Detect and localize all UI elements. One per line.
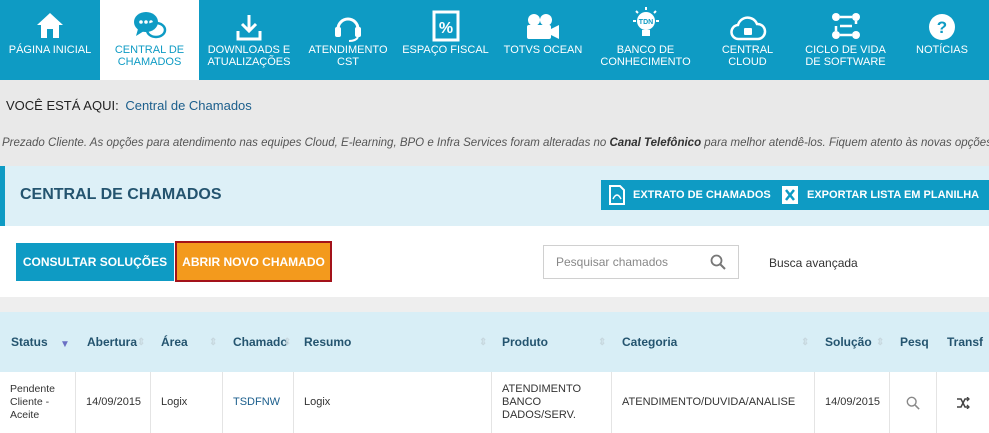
notice-after: para melhor atendê-los. Fiquem atento às… <box>701 137 989 149</box>
export-button[interactable]: EXPORTAR LISTA EM PLANILHA <box>773 180 989 210</box>
header-solucao-label: Solução <box>825 335 872 349</box>
header-pesq-label: Pesq <box>900 335 929 349</box>
sort-icon[interactable]: ⇕ <box>209 337 217 348</box>
percent-doc-icon: % <box>432 10 459 42</box>
pdf-icon <box>609 185 625 205</box>
advanced-search-link[interactable]: Busca avançada <box>769 256 858 270</box>
download-icon <box>236 15 262 41</box>
sort-icon[interactable]: ⇕ <box>283 337 291 348</box>
header-chamado-label: Chamado <box>233 335 288 349</box>
sort-desc-icon[interactable]: ▼ <box>60 339 70 350</box>
cell-produto: ATENDIMENTO BANCO DADOS/SERV. <box>492 372 612 433</box>
extract-button[interactable]: EXTRATO DE CHAMADOS <box>601 180 781 210</box>
breadcrumb: VOCÊ ESTÁ AQUI: Central de Chamados <box>6 98 252 113</box>
nav-atendimento-cst[interactable]: ATENDIMENTO CST <box>299 0 397 80</box>
shuffle-icon[interactable] <box>956 396 970 409</box>
nav-central-cloud-label: CENTRAL CLOUD <box>721 44 774 68</box>
header-status[interactable]: Status <box>11 312 48 372</box>
search-icon[interactable] <box>710 254 726 270</box>
header-chamado[interactable]: Chamado <box>233 312 288 372</box>
cloud-icon <box>729 16 766 41</box>
nav-totvs-ocean[interactable]: TOTVS OCEAN <box>494 0 592 80</box>
nav-banco-conhecimento-label: BANCO DE CONHECIMENTO <box>600 44 691 68</box>
header-status-label: Status <box>11 335 48 349</box>
export-button-label: EXPORTAR LISTA EM PLANILHA <box>807 189 980 201</box>
breadcrumb-current-link[interactable]: Central de Chamados <box>125 98 251 113</box>
sort-icon[interactable]: ⇕ <box>876 337 884 348</box>
nav-espaco-fiscal-label: ESPAÇO FISCAL <box>402 44 489 56</box>
nav-downloads[interactable]: DOWNLOADS E ATUALIZAÇÕES <box>199 0 299 80</box>
sort-icon[interactable]: ⇕ <box>598 337 606 348</box>
extract-button-label: EXTRATO DE CHAMADOS <box>633 189 771 201</box>
header-resumo-label: Resumo <box>304 335 352 349</box>
bulb-tdn-text: TDN <box>638 19 652 26</box>
cell-status: Pendente Cliente - Aceite <box>0 372 76 433</box>
notice-before: Prezado Cliente. As opções para atendime… <box>2 137 610 149</box>
header-area-label: Área <box>161 335 188 349</box>
nav-central-chamados[interactable]: CENTRAL DE CHAMADOS <box>100 0 199 80</box>
search-icon[interactable] <box>906 396 920 410</box>
header-transf: Transf <box>947 312 983 372</box>
search-input[interactable] <box>544 246 704 278</box>
nav-espaco-fiscal[interactable]: % ESPAÇO FISCAL <box>397 0 494 80</box>
flow-icon <box>831 13 860 39</box>
nav-noticias-label: NOTÍCIAS <box>916 44 968 56</box>
page-title: CENTRAL DE CHAMADOS <box>20 186 222 203</box>
cell-resumo: Logix <box>294 372 492 433</box>
nav-banco-conhecimento[interactable]: TDN BANCO DE CONHECIMENTO <box>592 0 699 80</box>
chat-bubbles-icon <box>133 12 166 39</box>
nav-atendimento-cst-label: ATENDIMENTO CST <box>308 44 388 68</box>
cell-transf <box>937 372 989 433</box>
open-new-ticket-button[interactable]: ABRIR NOVO CHAMADO <box>175 241 332 282</box>
sort-icon[interactable]: ⇕ <box>137 337 145 348</box>
header-area[interactable]: Área <box>161 312 188 372</box>
table-header: Status ▼ Abertura ⇕ Área ⇕ Chamado ⇕ Res… <box>0 312 989 372</box>
header-abertura[interactable]: Abertura <box>87 312 137 372</box>
nav-noticias[interactable]: ? NOTÍCIAS <box>895 0 989 80</box>
svg-text:%: % <box>438 20 452 37</box>
home-icon <box>37 13 63 38</box>
header-abertura-label: Abertura <box>87 335 138 349</box>
nav-ciclo-vida-software-label: CICLO DE VIDA DE SOFTWARE <box>805 44 886 68</box>
header-produto-label: Produto <box>502 335 548 349</box>
lightbulb-icon: TDN <box>632 7 659 36</box>
nav-central-cloud[interactable]: CENTRAL CLOUD <box>699 0 796 80</box>
headset-icon <box>335 17 361 42</box>
header-categoria[interactable]: Categoria <box>622 312 677 372</box>
table-row[interactable]: Pendente Cliente - Aceite 14/09/2015 Log… <box>0 372 989 433</box>
cell-chamado-link[interactable]: TSDFNW <box>223 372 294 433</box>
consult-solutions-button[interactable]: CONSULTAR SOLUÇÕES <box>16 243 174 281</box>
nav-downloads-label: DOWNLOADS E ATUALIZAÇÕES <box>207 44 291 68</box>
svg-text:?: ? <box>937 18 947 37</box>
cell-abertura: 14/09/2015 <box>76 372 151 433</box>
nav-home-label: PÁGINA INICIAL <box>8 44 92 56</box>
top-navigation: PÁGINA INICIAL CENTRAL DE CHAMADOS DOWNL… <box>0 0 989 80</box>
nav-home[interactable]: PÁGINA INICIAL <box>0 0 100 80</box>
search-box <box>543 245 739 279</box>
header-resumo[interactable]: Resumo <box>304 312 351 372</box>
cell-area: Logix <box>151 372 223 433</box>
breadcrumb-prefix: VOCÊ ESTÁ AQUI: <box>6 98 119 113</box>
sort-icon[interactable]: ⇕ <box>479 337 487 348</box>
cell-pesq <box>890 372 937 433</box>
header-pesq: Pesq <box>900 312 929 372</box>
header-solucao[interactable]: Solução <box>825 312 872 372</box>
cell-categoria: ATENDIMENTO/DUVIDA/ANALISE <box>612 372 815 433</box>
header-transf-label: Transf <box>947 335 984 349</box>
nav-totvs-ocean-label: TOTVS OCEAN <box>503 44 583 56</box>
question-icon: ? <box>929 14 955 40</box>
sort-icon[interactable]: ⇕ <box>801 337 809 348</box>
nav-central-chamados-label: CENTRAL DE CHAMADOS <box>114 44 185 68</box>
info-area <box>0 80 989 166</box>
header-produto[interactable]: Produto <box>502 312 548 372</box>
notice-bold: Canal Telefônico <box>609 137 702 149</box>
nav-ciclo-vida-software[interactable]: CICLO DE VIDA DE SOFTWARE <box>796 0 895 80</box>
header-categoria-label: Categoria <box>622 335 678 349</box>
separator <box>0 297 989 312</box>
excel-icon <box>782 186 798 204</box>
notice-text: Prezado Cliente. As opções para atendime… <box>2 137 989 149</box>
camera-icon <box>527 14 559 39</box>
cell-solucao: 14/09/2015 <box>815 372 890 433</box>
